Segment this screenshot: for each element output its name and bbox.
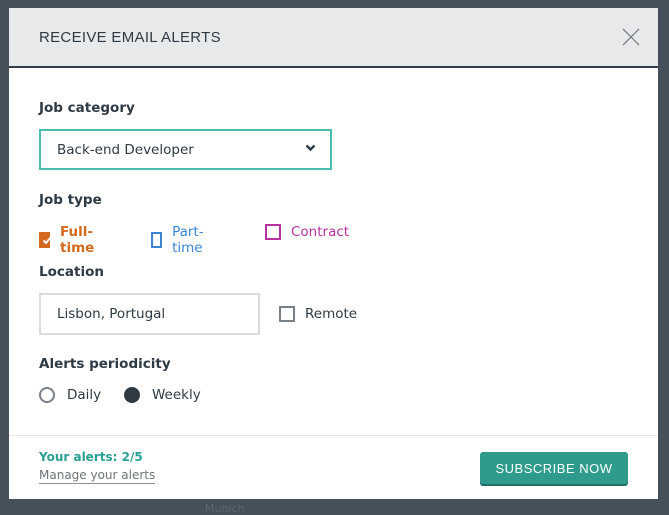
job-type-part-time[interactable]: Part-time <box>151 224 209 256</box>
checkbox-icon[interactable] <box>151 232 163 248</box>
job-category-select[interactable]: Back-end Developer <box>39 129 332 170</box>
subscribe-button[interactable]: SUBSCRIBE NOW <box>480 452 628 484</box>
daily-label: Daily <box>67 387 102 403</box>
job-type-full-time[interactable]: Full-time <box>39 224 99 256</box>
job-category-label: Job category <box>39 100 135 116</box>
location-input[interactable]: Lisbon, Portugal <box>39 293 260 335</box>
chevron-down-icon <box>305 144 316 152</box>
background-location-text: Munich <box>205 502 245 515</box>
weekly-label: Weekly <box>152 387 201 403</box>
radio-icon[interactable] <box>39 387 55 403</box>
modal-header: RECEIVE EMAIL ALERTS <box>9 8 658 68</box>
location-value: Lisbon, Portugal <box>57 306 166 322</box>
email-alerts-modal: RECEIVE EMAIL ALERTS Job category Back-e… <box>9 8 658 499</box>
job-type-contract[interactable]: Contract <box>265 224 349 240</box>
remote-checkbox[interactable]: Remote <box>279 306 357 322</box>
checkbox-icon[interactable] <box>265 224 281 240</box>
job-category-value: Back-end Developer <box>57 142 194 158</box>
close-icon <box>622 28 640 46</box>
radio-selected-icon[interactable] <box>124 387 140 403</box>
footer-divider <box>9 435 658 436</box>
contract-label: Contract <box>291 224 350 240</box>
remote-label: Remote <box>305 306 358 322</box>
location-label: Location <box>39 264 104 280</box>
full-time-label: Full-time <box>60 224 95 256</box>
checkbox-icon[interactable] <box>279 306 295 322</box>
periodicity-daily[interactable]: Daily <box>39 387 101 403</box>
close-button[interactable] <box>622 28 640 46</box>
part-time-label: Part-time <box>172 224 204 256</box>
modal-title: RECEIVE EMAIL ALERTS <box>39 29 221 46</box>
checkbox-checked-icon[interactable] <box>39 232 52 248</box>
job-type-label: Job type <box>39 192 102 208</box>
manage-alerts-link[interactable]: Manage your alerts <box>39 468 156 484</box>
periodicity-weekly[interactable]: Weekly <box>124 387 201 403</box>
periodicity-label: Alerts periodicity <box>39 356 171 372</box>
alerts-count: Your alerts: 2/5 <box>39 450 143 464</box>
